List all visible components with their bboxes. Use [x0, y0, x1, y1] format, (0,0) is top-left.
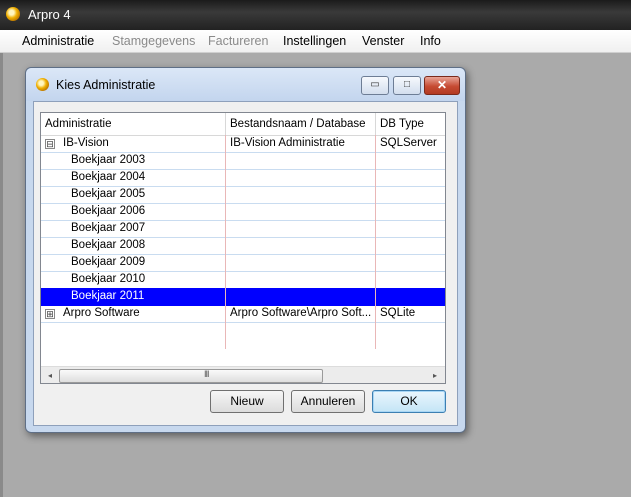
row-name: Boekjaar 2007 — [71, 222, 146, 234]
app-titlebar: Arpro 4 — [0, 0, 631, 30]
annuleren-button[interactable]: Annuleren — [291, 390, 365, 413]
grid-header: Administratie Bestandsnaam / Database DB… — [41, 113, 445, 136]
menu-stamgegevens: Stamgegevens — [112, 34, 196, 48]
maximize-button[interactable]: □ — [393, 76, 421, 95]
row-file: IB-Vision Administratie — [230, 137, 345, 149]
row-name: Boekjaar 2009 — [71, 256, 146, 268]
horizontal-scrollbar[interactable]: ◂ III ▸ — [41, 366, 445, 383]
row-name: Boekjaar 2006 — [71, 205, 146, 217]
row-file: Arpro Software\Arpro Soft... — [230, 307, 372, 319]
row-name: Boekjaar 2005 — [71, 188, 146, 200]
row-type: SQLServer — [380, 137, 437, 149]
grid-row-boekjaar-2006[interactable]: Boekjaar 2006 — [41, 203, 445, 221]
scroll-thumb[interactable]: III — [59, 369, 323, 383]
dialog-titlebar[interactable]: Kies Administratie ▭ □ ✕ — [26, 68, 465, 101]
grid-row-arpro-software[interactable]: ⊞ Arpro Software Arpro Software\Arpro So… — [41, 305, 445, 323]
dialog-app-icon — [36, 78, 49, 91]
expand-icon[interactable]: ⊞ — [45, 309, 55, 319]
row-name: Boekjaar 2008 — [71, 239, 146, 251]
nieuw-button[interactable]: Nieuw — [210, 390, 284, 413]
menu-bar: Administratie Stamgegevens Factureren In… — [0, 30, 631, 53]
grid-row-boekjaar-2011[interactable]: Boekjaar 2011 — [41, 288, 445, 306]
grid-row-boekjaar-2009[interactable]: Boekjaar 2009 — [41, 254, 445, 272]
menu-info[interactable]: Info — [420, 34, 441, 48]
grid-row-boekjaar-2008[interactable]: Boekjaar 2008 — [41, 237, 445, 255]
column-line — [225, 135, 226, 349]
menu-instellingen[interactable]: Instellingen — [283, 34, 346, 48]
column-header-db-type[interactable]: DB Type — [380, 118, 424, 130]
column-header-bestandsnaam[interactable]: Bestandsnaam / Database — [230, 118, 366, 130]
grip-icon: III — [204, 369, 209, 379]
column-divider[interactable] — [375, 113, 376, 135]
scroll-left-icon[interactable]: ◂ — [43, 369, 57, 382]
administratie-grid[interactable]: Administratie Bestandsnaam / Database DB… — [40, 112, 446, 384]
row-name: Boekjaar 2004 — [71, 171, 146, 183]
grid-row-boekjaar-2010[interactable]: Boekjaar 2010 — [41, 271, 445, 289]
column-header-administratie[interactable]: Administratie — [45, 118, 111, 130]
arpro-app-icon — [6, 7, 20, 21]
menu-venster[interactable]: Venster — [362, 34, 404, 48]
menu-factureren: Factureren — [208, 34, 269, 48]
grid-row-boekjaar-2004[interactable]: Boekjaar 2004 — [41, 169, 445, 187]
row-name: Arpro Software — [63, 307, 140, 319]
row-type: SQLite — [380, 307, 416, 319]
row-name: Boekjaar 2010 — [71, 273, 146, 285]
kies-administratie-dialog: Kies Administratie ▭ □ ✕ Administratie B… — [25, 67, 466, 433]
minimize-button[interactable]: ▭ — [361, 76, 389, 95]
scroll-right-icon[interactable]: ▸ — [428, 369, 442, 382]
app-title: Arpro 4 — [28, 7, 71, 22]
grid-row-boekjaar-2005[interactable]: Boekjaar 2005 — [41, 186, 445, 204]
mdi-left-edge — [0, 53, 3, 497]
menu-administratie[interactable]: Administratie — [22, 34, 94, 48]
grid-row-ib-vision[interactable]: ⊟ IB-Vision IB-Vision Administratie SQLS… — [41, 135, 445, 153]
row-name: Boekjaar 2011 — [71, 290, 145, 302]
collapse-icon[interactable]: ⊟ — [45, 139, 55, 149]
column-divider[interactable] — [225, 113, 226, 135]
column-line — [375, 135, 376, 349]
ok-button[interactable]: OK — [372, 390, 446, 413]
grid-row-boekjaar-2007[interactable]: Boekjaar 2007 — [41, 220, 445, 238]
grid-row-boekjaar-2003[interactable]: Boekjaar 2003 — [41, 152, 445, 170]
close-button[interactable]: ✕ — [424, 76, 460, 95]
row-name: IB-Vision — [63, 137, 109, 149]
dialog-title: Kies Administratie — [56, 78, 156, 92]
row-name: Boekjaar 2003 — [71, 154, 146, 166]
